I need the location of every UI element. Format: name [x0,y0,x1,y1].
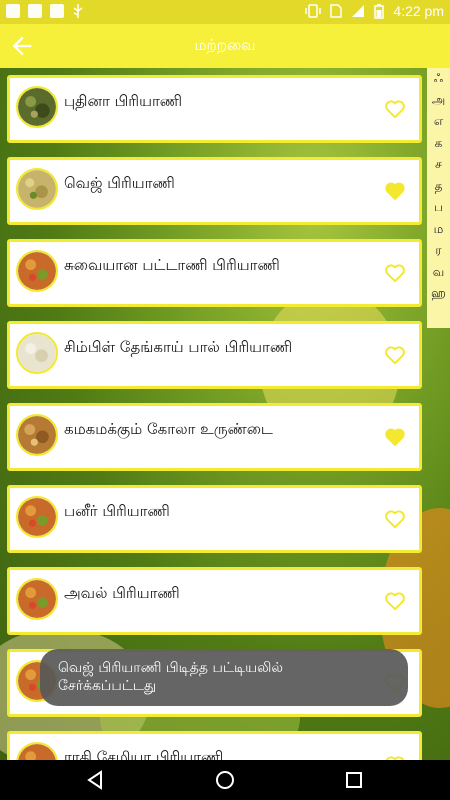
index-letter[interactable]: ப [427,197,450,219]
sim-icon [330,4,343,18]
recipe-thumbnail [16,86,58,128]
index-letter[interactable]: எ [427,111,450,133]
recipe-card[interactable]: ராகி சேமியா பிரியாணி [7,731,422,760]
recipe-thumbnail [16,250,58,292]
recipe-name: ராகி சேமியா பிரியாணி [64,748,224,760]
index-letter[interactable]: ர [427,240,450,262]
index-letter[interactable]: அ [427,90,450,112]
battery-icon [374,3,385,19]
index-letter[interactable]: ஃ [427,68,450,90]
system-nav-bar [0,760,450,800]
back-triangle-icon[interactable] [86,770,106,790]
recipe-thumbnail [16,168,58,210]
index-letter[interactable]: வ [427,262,450,284]
notification-icon [6,4,20,18]
recipe-card[interactable]: புதினா பிரியாணி [7,75,422,143]
heart-outline-icon[interactable] [385,510,405,528]
recipe-name: பனீர் பிரியாணி [64,502,170,520]
index-letter[interactable]: த [427,176,450,198]
recipe-name: கமகமக்கும் கோலா உருண்டை [64,420,273,438]
recents-square-icon[interactable] [344,770,364,790]
index-letter[interactable]: ச [427,154,450,176]
recipe-name: சுவையான பட்டாணி பிரியாணி [64,256,280,274]
vibrate-icon [305,4,322,18]
page-title: மற்றவை [194,36,256,54]
heart-outline-icon[interactable] [385,264,405,282]
index-letter[interactable]: ஹ [427,283,450,305]
heart-outline-icon[interactable] [385,100,405,118]
recipe-thumbnail [16,742,58,760]
signal-icon [352,5,365,17]
app-bar: மற்றவை [0,24,450,68]
heart-filled-icon[interactable] [385,182,405,200]
index-letter[interactable]: க [427,133,450,155]
heart-filled-icon[interactable] [385,428,405,446]
recipe-name: புதினா பிரியாணி [64,92,183,110]
recipe-card[interactable]: அவல் பிரியாணி [7,567,422,635]
square-icon [50,4,64,18]
recipe-card[interactable]: சுவையான பட்டாணி பிரியாணி [7,239,422,307]
recipe-card[interactable]: வெஜ் பிரியாணி [7,157,422,225]
recipe-thumbnail [16,414,58,456]
toast-line-1: வெஜ் பிரியாணி பிடித்த பட்டியலில் [58,660,284,676]
status-left-icons [6,4,84,18]
toast-message: வெஜ் பிரியாணி பிடித்த பட்டியலில் சேர்க்க… [40,649,408,706]
status-time: 4:22 pm [393,3,444,19]
recipe-thumbnail [16,332,58,374]
recipe-thumbnail [16,496,58,538]
index-letter[interactable]: ம [427,219,450,241]
recipe-card[interactable]: சிம்பிள் தேங்காய் பால் பிரியாணி [7,321,422,389]
toast-line-2: சேர்க்கப்பட்டது [58,678,157,694]
recipe-name: சிம்பிள் தேங்காய் பால் பிரியாணி [64,338,293,356]
heart-outline-icon[interactable] [385,346,405,364]
heart-outline-icon[interactable] [385,592,405,610]
recipe-thumbnail [16,578,58,620]
recipe-name: வெஜ் பிரியாணி [64,174,175,192]
alphabet-index[interactable]: ஃ அ எ க ச த ப ம ர வ ஹ [427,68,450,328]
recipe-name: அவல் பிரியாணி [64,584,180,602]
recipe-card[interactable]: கமகமக்கும் கோலா உருண்டை [7,403,422,471]
usb-icon [73,4,83,18]
recipe-card[interactable]: பனீர் பிரியாணி [7,485,422,553]
status-right-icons: 4:22 pm [305,3,444,19]
status-bar: 4:22 pm [0,0,450,24]
home-circle-icon[interactable] [215,770,235,790]
image-icon [28,4,42,18]
